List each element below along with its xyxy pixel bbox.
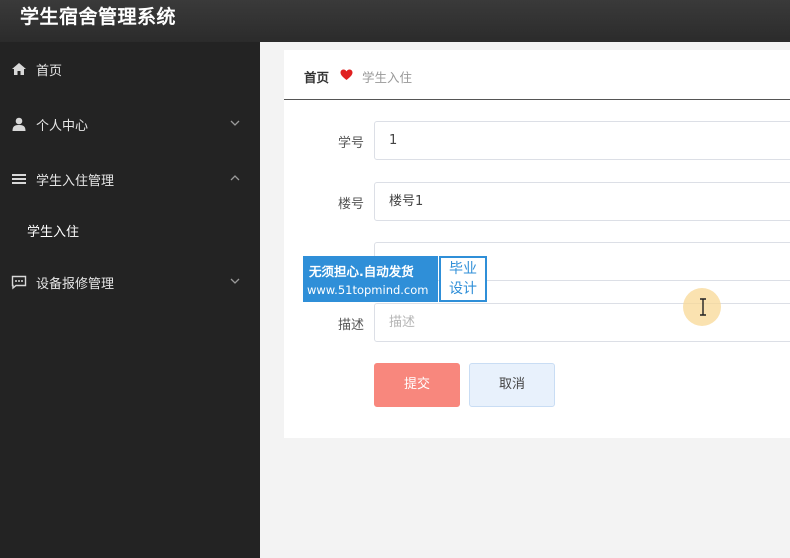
building-input[interactable]: 楼号1 [374,182,790,221]
watermark-text-block: 无须担心.自动发货 www.51topmind.com [303,256,438,302]
student-id-input[interactable]: 1 [374,121,790,160]
form-card: 首页 学生入住 学号 1 楼号 楼号1 描述 描述 提交 取消 [284,50,790,438]
breadcrumb-current: 学生入住 [362,70,413,85]
chat-icon [11,275,27,290]
student-id-label: 学号 [337,136,364,151]
sidebar-item-profile[interactable]: 个人中心 [0,104,260,144]
chevron-down-icon [230,120,240,126]
sidebar-item-label: 学生入住管理 [36,174,115,189]
app-title: 学生宿舍管理系统 [20,6,177,28]
sidebar-item-label: 首页 [36,64,63,79]
top-bar: 学生宿舍管理系统 [0,0,790,42]
sidebar-subitem-checkin[interactable]: 学生入住 [0,210,260,250]
building-label: 楼号 [337,197,364,212]
sidebar-item-label: 设备报修管理 [36,277,115,292]
chevron-up-icon [230,175,240,181]
text-cursor-icon [700,298,706,316]
submit-button[interactable]: 提交 [374,363,460,407]
heart-icon [340,69,353,80]
watermark-badge: 毕业 设计 [439,256,487,302]
cancel-button[interactable]: 取消 [469,363,555,407]
sidebar-item-home[interactable]: 首页 [0,49,260,89]
sidebar-item-label: 个人中心 [36,119,89,134]
sidebar-item-checkin-management[interactable]: 学生入住管理 [0,159,260,199]
watermark-badge-line2: 设计 [449,281,477,297]
sidebar-subitem-label: 学生入住 [27,225,80,240]
description-label: 描述 [337,318,364,333]
watermark-banner: 无须担心.自动发货 www.51topmind.com 毕业 设计 [303,256,487,302]
list-icon [12,174,26,184]
chevron-down-icon [230,278,240,284]
breadcrumb: 首页 学生入住 [284,50,790,100]
sidebar: 首页 个人中心 学生入住管理 学生入住 设备报修管理 [0,42,260,558]
watermark-badge-line1: 毕业 [449,261,477,277]
breadcrumb-home[interactable]: 首页 [304,67,329,86]
watermark-url: www.51topmind.com [307,283,429,297]
watermark-slogan: 无须担心.自动发货 [309,264,414,279]
home-icon [12,63,26,75]
description-input[interactable]: 描述 [374,303,790,342]
user-icon [12,117,26,131]
sidebar-item-repair-management[interactable]: 设备报修管理 [0,262,260,302]
